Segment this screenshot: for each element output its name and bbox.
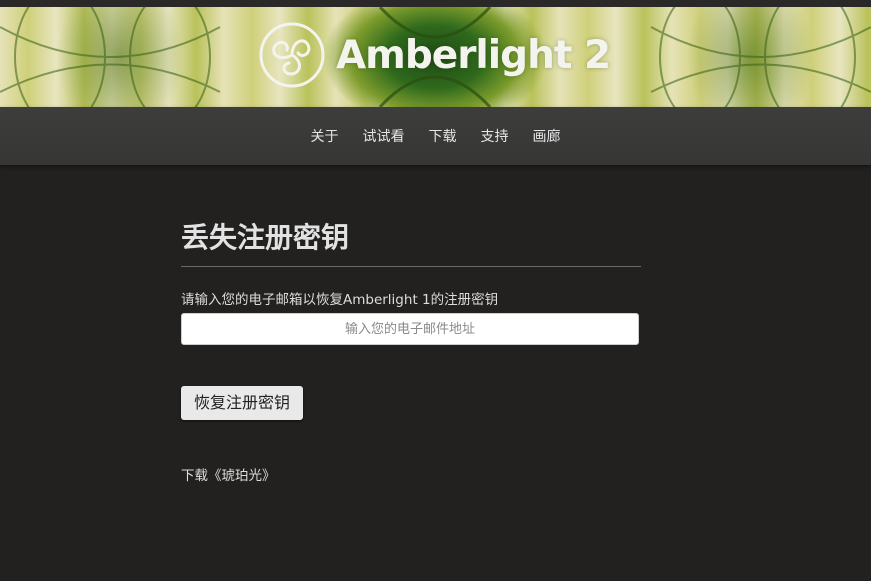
logo[interactable]: Amberlight 2 xyxy=(258,21,611,89)
nav-item-support[interactable]: 支持 xyxy=(481,126,509,146)
nav-item-download[interactable]: 下载 xyxy=(429,126,457,146)
page-title: 丢失注册密钥 xyxy=(181,221,350,254)
app-title: Amberlight 2 xyxy=(336,32,611,78)
top-strip xyxy=(0,0,871,7)
recover-key-button[interactable]: 恢复注册密钥 xyxy=(181,386,304,420)
download-link[interactable]: 下载《琥珀光》 xyxy=(181,464,276,484)
nav-item-gallery[interactable]: 画廊 xyxy=(533,126,561,146)
nav-item-about[interactable]: 关于 xyxy=(311,126,339,146)
main-nav: 关于 试试看 下载 支持 画廊 xyxy=(0,107,871,165)
nav-item-try[interactable]: 试试看 xyxy=(363,126,405,146)
email-field[interactable] xyxy=(181,313,639,345)
main-content: 丢失注册密钥 请输入您的电子邮箱以恢复Amberlight 1的注册密钥 恢复注… xyxy=(181,210,641,484)
title-divider xyxy=(181,266,641,267)
triskelion-logo-icon xyxy=(259,22,325,88)
email-instruction: 请输入您的电子邮箱以恢复Amberlight 1的注册密钥 xyxy=(181,292,499,308)
header-banner: Amberlight 2 xyxy=(0,7,871,107)
